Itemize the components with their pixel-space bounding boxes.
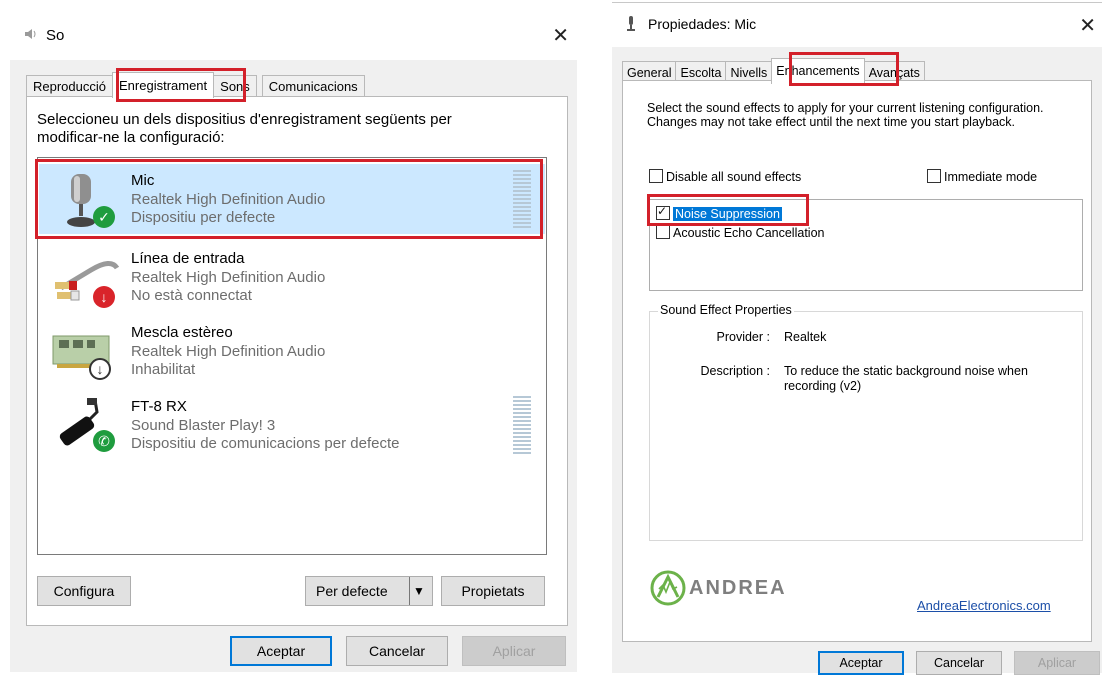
- ok-button[interactable]: Aceptar: [818, 651, 904, 675]
- configure-button[interactable]: Configura: [37, 576, 131, 606]
- tab-sons[interactable]: Sons: [213, 75, 257, 98]
- device-status: No està connectat: [131, 287, 252, 304]
- set-default-button[interactable]: Per defecte ▼: [305, 576, 433, 606]
- level-meter: [513, 396, 531, 454]
- checkbox-label: Disable all sound effects: [666, 170, 802, 184]
- properties-dialog: Propiedades: Mic ✕ General Escolta Nivel…: [612, 2, 1102, 675]
- title-bar: Propiedades: Mic ✕: [612, 3, 1102, 47]
- apply-button[interactable]: Aplicar: [462, 636, 566, 666]
- sound-card-icon: [51, 322, 123, 382]
- effects-list: Noise Suppression Acoustic Echo Cancella…: [649, 199, 1083, 291]
- device-driver: Realtek High Definition Audio: [131, 269, 326, 286]
- effect-acoustic-echo-cancellation[interactable]: Acoustic Echo Cancellation: [656, 225, 824, 240]
- cancel-button[interactable]: Cancelar: [916, 651, 1002, 675]
- apply-button[interactable]: Aplicar: [1014, 651, 1100, 675]
- sound-dialog: So ✕ Reproducció Enregistrament Sons Com…: [10, 10, 577, 672]
- checkbox-box: [656, 225, 670, 239]
- phone-badge-icon: ✆: [93, 430, 115, 452]
- device-list: ✓ Mic Realtek High Definition Audio Disp…: [37, 157, 547, 555]
- speaker-icon: [24, 27, 38, 41]
- tab-comunicacions[interactable]: Comunicacions: [261, 75, 365, 98]
- checkbox-label: Immediate mode: [944, 170, 1038, 184]
- device-status: Dispositiu de comunicacions per defecte: [131, 435, 400, 452]
- enhancements-panel: Select the sound effects to apply for yo…: [622, 80, 1092, 642]
- device-status: Dispositiu per defecte: [131, 209, 276, 226]
- microphone-icon: [626, 16, 636, 37]
- list-item-ft8-rx[interactable]: ✆ FT-8 RX Sound Blaster Play! 3 Disposit…: [39, 390, 545, 460]
- checkbox-box: [649, 169, 663, 183]
- level-meter: [513, 170, 531, 228]
- disabled-down-arrow-badge-icon: ↓: [89, 358, 111, 380]
- instruction-text: Seleccioneu un dels dispositius d'enregi…: [37, 111, 452, 146]
- set-default-label: Per defecte: [316, 583, 388, 599]
- device-driver: Sound Blaster Play! 3: [131, 417, 276, 434]
- disable-all-checkbox[interactable]: Disable all sound effects: [649, 169, 801, 184]
- instruction-text: Select the sound effects to apply for yo…: [647, 101, 1044, 129]
- list-item-mic[interactable]: ✓ Mic Realtek High Definition Audio Disp…: [39, 164, 545, 234]
- close-icon[interactable]: ✕: [1079, 13, 1096, 38]
- immediate-mode-checkbox[interactable]: Immediate mode: [927, 169, 1037, 184]
- tab-strip: Reproducció Enregistrament Sons Comunica…: [26, 72, 365, 98]
- description-label: Description :: [700, 364, 770, 378]
- andrea-website-link[interactable]: AndreaElectronics.com: [917, 598, 1051, 613]
- effect-label: Acoustic Echo Cancellation: [673, 226, 825, 240]
- tab-reproduccio[interactable]: Reproducció: [26, 75, 113, 98]
- andrea-logo-icon: [650, 570, 686, 606]
- check-badge-icon: ✓: [93, 206, 115, 228]
- window-title: Propiedades: Mic: [648, 16, 757, 32]
- tab-enhancements[interactable]: Enhancements: [771, 58, 865, 84]
- device-name: Mic: [131, 172, 155, 189]
- provider-label: Provider :: [716, 330, 771, 344]
- effect-label: Noise Suppression: [673, 207, 782, 221]
- group-legend: Sound Effect Properties: [658, 303, 794, 317]
- cancel-button[interactable]: Cancelar: [346, 636, 448, 666]
- provider-value: Realtek: [784, 330, 827, 344]
- close-icon[interactable]: ✕: [552, 23, 569, 48]
- sound-effect-properties-group: Sound Effect Properties Provider : Realt…: [649, 303, 1083, 541]
- device-driver: Realtek High Definition Audio: [131, 191, 326, 208]
- red-down-arrow-badge-icon: ↓: [93, 286, 115, 308]
- recording-panel: Seleccioneu un dels dispositius d'enregi…: [26, 96, 568, 626]
- device-name: Línea de entrada: [131, 250, 245, 267]
- device-status: Inhabilitat: [131, 361, 196, 378]
- device-name: Mescla estèreo: [131, 324, 233, 341]
- dropdown-arrow-icon[interactable]: ▼: [409, 577, 428, 605]
- ok-button[interactable]: Aceptar: [230, 636, 332, 666]
- effect-noise-suppression[interactable]: Noise Suppression: [656, 204, 782, 221]
- list-item-line-in[interactable]: ↓ Línea de entrada Realtek High Definiti…: [39, 242, 545, 312]
- tab-enregistrament[interactable]: Enregistrament: [112, 72, 215, 98]
- device-name: FT-8 RX: [131, 398, 187, 415]
- title-bar: So ✕: [10, 10, 577, 60]
- device-driver: Realtek High Definition Audio: [131, 343, 326, 360]
- window-title: So: [46, 27, 65, 44]
- checkbox-box: [656, 204, 670, 220]
- andrea-logo-text: ANDREA: [689, 577, 787, 599]
- description-value: To reduce the static background noise wh…: [784, 364, 1028, 393]
- properties-button[interactable]: Propietats: [441, 576, 545, 606]
- checkbox-box: [927, 169, 941, 183]
- list-item-stereo-mix[interactable]: ↓ Mescla estèreo Realtek High Definition…: [39, 316, 545, 386]
